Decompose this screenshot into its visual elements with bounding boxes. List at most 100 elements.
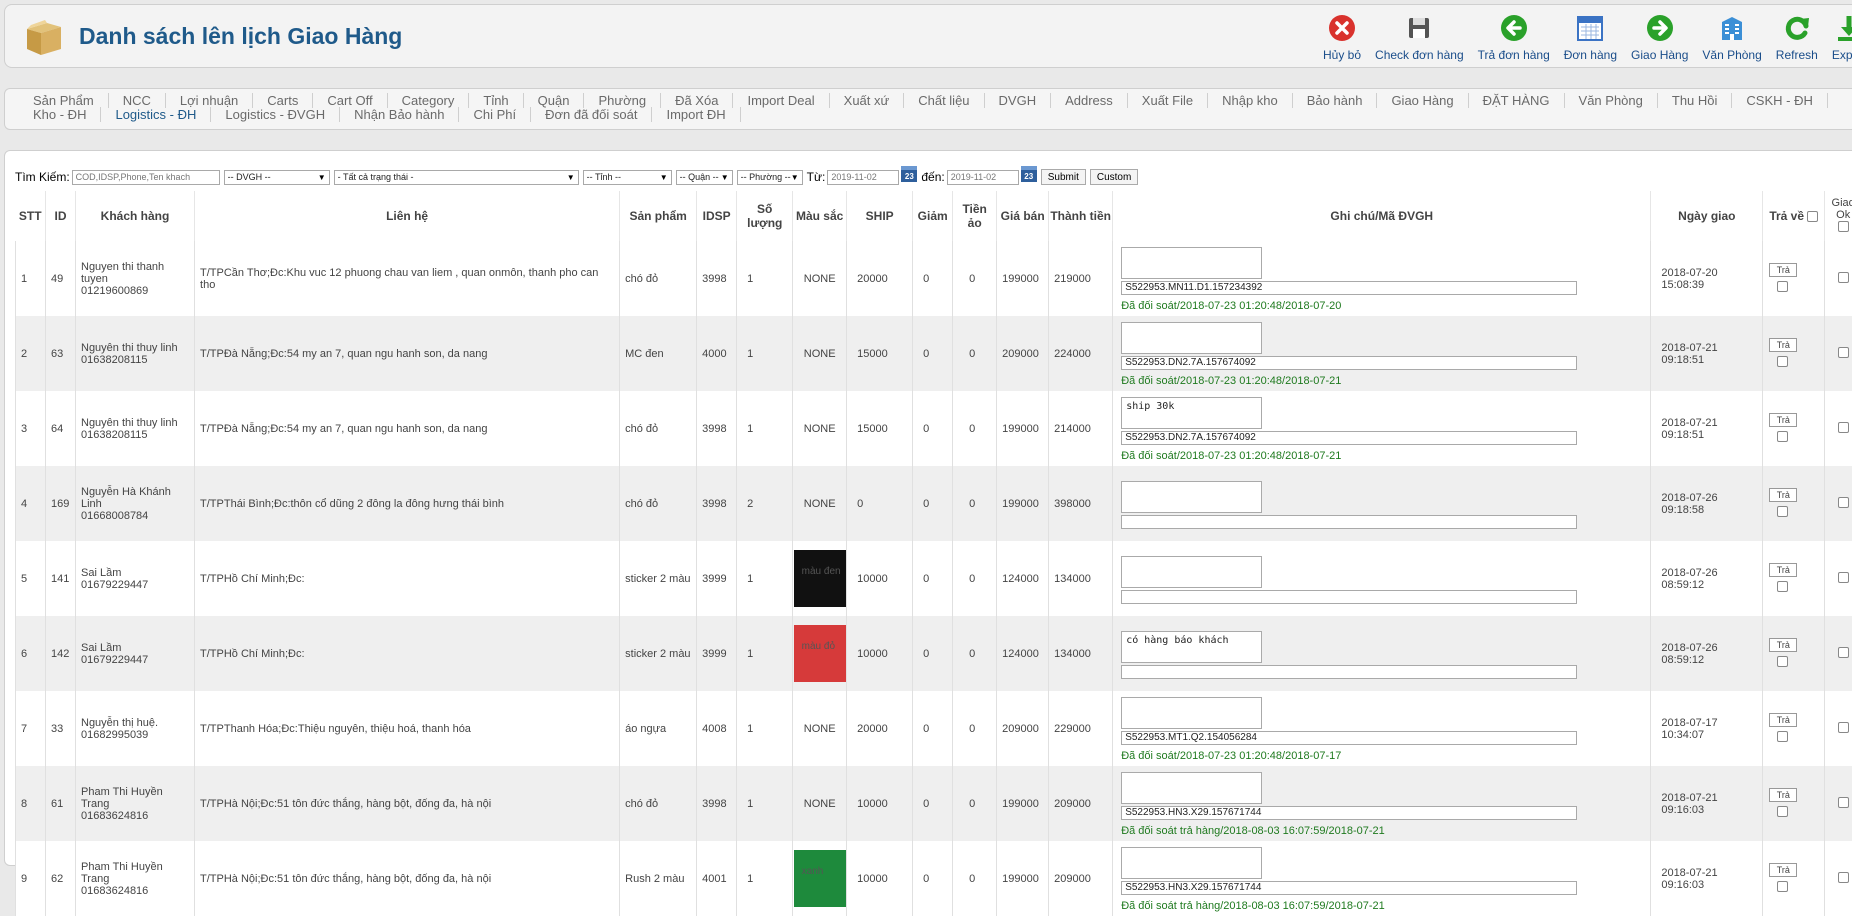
- return-checkbox[interactable]: [1777, 731, 1788, 742]
- return-checkbox[interactable]: [1777, 581, 1788, 592]
- note-textarea[interactable]: [1121, 772, 1262, 804]
- nav-item[interactable]: Sản Phẩm: [19, 93, 109, 108]
- return-button[interactable]: Trả: [1769, 863, 1797, 877]
- nav-item[interactable]: Thu Hồi: [1658, 93, 1733, 108]
- nav-item[interactable]: Chi Phí: [459, 107, 531, 122]
- note-textarea[interactable]: [1121, 247, 1262, 279]
- dvgh-select[interactable]: -- DVGH --▼: [224, 170, 330, 185]
- nav-item[interactable]: Bảo hành: [1293, 93, 1378, 108]
- toolbar-button-5[interactable]: Giao Hàng: [1631, 13, 1688, 69]
- delivery-ok-checkbox[interactable]: [1838, 422, 1849, 433]
- note-textarea[interactable]: có hàng báo khách: [1121, 631, 1262, 663]
- nav-item[interactable]: Quận: [524, 93, 585, 108]
- tracking-code-input[interactable]: [1121, 515, 1577, 529]
- nav-item[interactable]: Logistics - ĐVGH: [211, 107, 340, 122]
- return-button[interactable]: Trả: [1769, 563, 1797, 577]
- nav-item[interactable]: Carts: [253, 93, 313, 108]
- from-date-input[interactable]: [827, 170, 899, 185]
- phuong-select[interactable]: -- Phường --▼: [737, 170, 803, 185]
- return-button[interactable]: Trả: [1769, 713, 1797, 727]
- note-textarea[interactable]: ship 30k: [1121, 397, 1262, 429]
- cell-note: ship 30k S522953.DN2.7A.157674092 Đã đối…: [1113, 391, 1651, 466]
- nav-item[interactable]: Phường: [584, 93, 661, 108]
- note-textarea[interactable]: [1121, 481, 1262, 513]
- return-button[interactable]: Trả: [1769, 413, 1797, 427]
- nav-item[interactable]: Category: [388, 93, 470, 108]
- nav-item[interactable]: Xuất File: [1128, 93, 1208, 108]
- delivery-ok-checkbox[interactable]: [1838, 572, 1849, 583]
- tracking-code-input[interactable]: S522953.HN3.X29.157671744: [1121, 881, 1577, 895]
- nav-item[interactable]: Lợi nhuận: [166, 93, 253, 108]
- nav-item[interactable]: Nhận Bảo hành: [340, 107, 459, 122]
- ok-all-checkbox[interactable]: [1838, 221, 1849, 232]
- toolbar-button-4[interactable]: Đơn hàng: [1564, 13, 1617, 69]
- search-input[interactable]: [72, 170, 220, 185]
- nav-item[interactable]: Xuất xứ: [830, 93, 905, 108]
- to-date-input[interactable]: [947, 170, 1019, 185]
- nav-item[interactable]: Đơn đã đối soát: [531, 107, 652, 122]
- quan-select[interactable]: -- Quận --▼: [676, 170, 733, 185]
- return-checkbox[interactable]: [1777, 356, 1788, 367]
- return-checkbox[interactable]: [1777, 806, 1788, 817]
- return-button[interactable]: Trả: [1769, 488, 1797, 502]
- tracking-code-input[interactable]: [1121, 590, 1577, 604]
- return-button[interactable]: Trả: [1769, 788, 1797, 802]
- nav-item[interactable]: Cart Off: [313, 93, 387, 108]
- nav-item[interactable]: ĐẶT HÀNG: [1469, 93, 1565, 108]
- nav-item[interactable]: Văn Phòng: [1565, 93, 1658, 108]
- return-checkbox[interactable]: [1777, 881, 1788, 892]
- nav-item[interactable]: Kho - ĐH: [19, 107, 101, 122]
- return-checkbox[interactable]: [1777, 656, 1788, 667]
- note-textarea[interactable]: [1121, 322, 1262, 354]
- nav-item[interactable]: Tỉnh: [469, 93, 523, 108]
- nav-item[interactable]: Giao Hàng: [1377, 93, 1468, 108]
- tracking-code-input[interactable]: [1121, 665, 1577, 679]
- return-all-checkbox[interactable]: [1807, 211, 1818, 222]
- return-button[interactable]: Trả: [1769, 338, 1797, 352]
- nav-item[interactable]: Chất liệu: [904, 93, 984, 108]
- toolbar-button-7[interactable]: Refresh: [1776, 13, 1818, 69]
- delivery-ok-checkbox[interactable]: [1838, 647, 1849, 658]
- toolbar-button-6[interactable]: Văn Phòng: [1702, 13, 1761, 69]
- return-button[interactable]: Trả: [1769, 263, 1797, 277]
- toolbar-button-3[interactable]: Trả đơn hàng: [1478, 13, 1550, 69]
- tracking-code-input[interactable]: S522953.MT1.Q2.154056284: [1121, 731, 1577, 745]
- return-checkbox[interactable]: [1777, 431, 1788, 442]
- tracking-code-input[interactable]: S522953.DN2.7A.157674092: [1121, 356, 1577, 370]
- delivery-ok-checkbox[interactable]: [1838, 722, 1849, 733]
- tracking-code-input[interactable]: S522953.DN2.7A.157674092: [1121, 431, 1577, 445]
- return-checkbox[interactable]: [1777, 506, 1788, 517]
- delivery-ok-checkbox[interactable]: [1838, 797, 1849, 808]
- nav-item[interactable]: Đã Xóa: [661, 93, 733, 108]
- nav-item[interactable]: Address: [1051, 93, 1128, 108]
- nav-item[interactable]: NCC: [109, 93, 166, 108]
- note-textarea[interactable]: [1121, 847, 1262, 879]
- return-button[interactable]: Trả: [1769, 638, 1797, 652]
- return-checkbox[interactable]: [1777, 281, 1788, 292]
- tinh-select[interactable]: -- Tỉnh --▼: [583, 170, 672, 185]
- toolbar-button-8[interactable]: Export: [1832, 13, 1852, 69]
- toolbar-button-1[interactable]: Hủy bỏ: [1323, 13, 1361, 69]
- nav-item[interactable]: Logistics - ĐH: [101, 107, 211, 122]
- submit-button[interactable]: Submit: [1041, 169, 1086, 185]
- cell-price: 209000: [997, 316, 1049, 391]
- calendar-icon[interactable]: 23: [901, 166, 917, 182]
- delivery-ok-checkbox[interactable]: [1838, 872, 1849, 883]
- toolbar-button-2[interactable]: Check đơn hàng: [1375, 13, 1464, 69]
- tracking-code-input[interactable]: S522953.MN11.D1.157234392: [1121, 281, 1577, 295]
- note-textarea[interactable]: [1121, 556, 1262, 588]
- calendar-icon[interactable]: 23: [1021, 166, 1037, 182]
- delivery-ok-checkbox[interactable]: [1838, 347, 1849, 358]
- nav-item[interactable]: Import Deal: [733, 93, 829, 108]
- delivery-ok-checkbox[interactable]: [1838, 272, 1849, 283]
- nav-item[interactable]: CSKH - ĐH: [1732, 93, 1827, 108]
- status-select[interactable]: - Tất cả trạng thái -▼: [334, 170, 579, 185]
- nav-item[interactable]: Nhập kho: [1208, 93, 1293, 108]
- note-textarea[interactable]: [1121, 697, 1262, 729]
- delivery-ok-checkbox[interactable]: [1838, 497, 1849, 508]
- nav-item[interactable]: DVGH: [985, 93, 1052, 108]
- tracking-code-input[interactable]: S522953.HN3.X29.157671744: [1121, 806, 1577, 820]
- nav-item[interactable]: Import ĐH: [652, 107, 740, 122]
- custom-button[interactable]: Custom: [1090, 169, 1138, 185]
- col-ok-label: Giao Ok: [1832, 197, 1852, 221]
